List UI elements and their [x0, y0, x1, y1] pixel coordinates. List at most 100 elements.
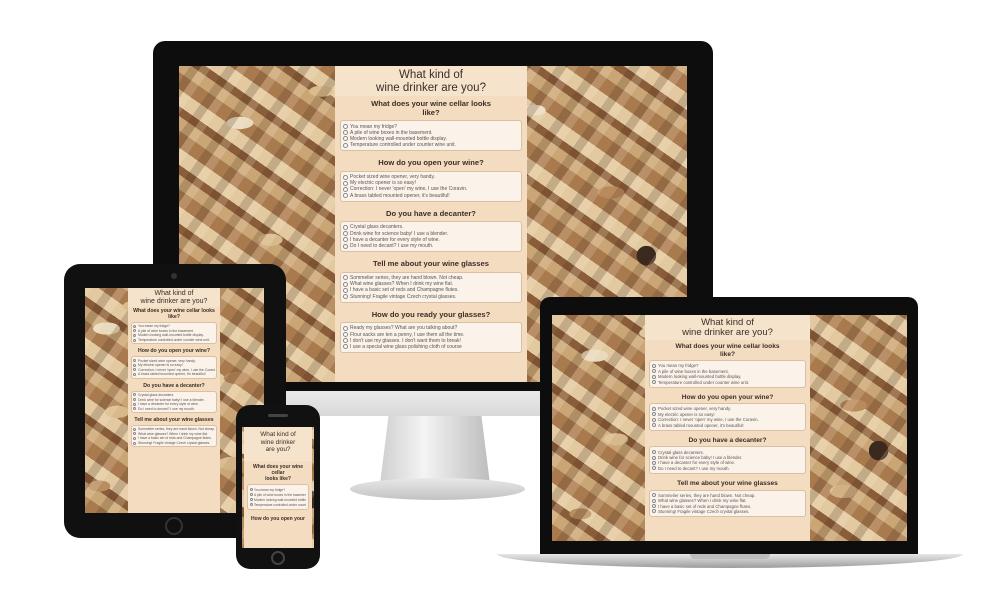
radio-icon[interactable] — [133, 329, 136, 333]
option-label: Temperature controlled under counter win… — [350, 142, 456, 149]
option-radio[interactable]: What wine glasses? When I drink my wine … — [133, 432, 215, 437]
radio-icon[interactable] — [652, 450, 656, 455]
radio-icon[interactable] — [133, 436, 136, 440]
question-title: Tell me about your wine glasses — [373, 259, 489, 269]
option-radio[interactable]: Stunning! Fragile vintage Czech crystal … — [652, 509, 803, 514]
radio-icon[interactable] — [652, 504, 656, 509]
radio-icon[interactable] — [652, 380, 656, 385]
option-label: I have a decanter for every style of win… — [138, 402, 199, 407]
option-label: A pile of wine boxes in the basement. — [658, 368, 729, 374]
home-button[interactable] — [271, 551, 285, 565]
option-radio[interactable]: Temperature controlled under counter win… — [250, 502, 306, 507]
option-radio[interactable]: Stunning! Fragile vintage Czech crystal … — [343, 293, 519, 300]
radio-icon[interactable] — [652, 498, 656, 503]
quiz-panel: What kind of wine drinker are you? What … — [645, 315, 810, 541]
option-radio[interactable]: A brass tabled mounted opener, it's beau… — [343, 192, 519, 199]
option-radio[interactable]: Sommelier series, they are hand blown. N… — [133, 427, 215, 432]
option-label: Do I need to decant? I use my mouth. — [350, 243, 434, 250]
option-radio[interactable]: Temperature controlled under counter win… — [652, 379, 803, 385]
radio-icon[interactable] — [343, 325, 348, 331]
option-radio[interactable]: A pile of wine boxes in the basement. — [250, 492, 306, 497]
option-radio[interactable]: Drink wine for science baby! I use a ble… — [133, 397, 215, 402]
radio-icon[interactable] — [133, 407, 136, 411]
radio-icon[interactable] — [343, 281, 348, 287]
radio-icon[interactable] — [133, 393, 136, 397]
radio-icon[interactable] — [133, 402, 136, 406]
option-radio[interactable]: Stunning! Fragile vintage Czech crystal … — [133, 441, 215, 446]
radio-icon[interactable] — [652, 369, 656, 374]
option-radio[interactable]: Do I need to decant? I use my mouth. — [652, 466, 803, 471]
option-label: Stunning! Fragile vintage Czech crystal … — [350, 293, 457, 300]
radio-icon[interactable] — [133, 432, 136, 436]
radio-icon[interactable] — [343, 231, 348, 237]
radio-icon[interactable] — [652, 493, 656, 498]
radio-icon[interactable] — [652, 460, 656, 465]
radio-icon[interactable] — [343, 124, 348, 130]
radio-icon[interactable] — [343, 332, 348, 338]
option-radio[interactable]: Do I need to decant? I use my mouth. — [133, 406, 215, 411]
option-radio[interactable]: A brass tabled mounted opener, it's beau… — [133, 372, 215, 377]
radio-icon[interactable] — [133, 398, 136, 402]
radio-icon[interactable] — [343, 174, 348, 180]
radio-icon[interactable] — [343, 294, 348, 299]
option-radio[interactable]: A brass tabled mounted opener, it's beau… — [652, 422, 803, 428]
radio-icon[interactable] — [343, 180, 348, 186]
radio-icon[interactable] — [343, 344, 348, 350]
radio-icon[interactable] — [652, 363, 656, 368]
option-label: Crystal glass decanters. — [138, 392, 175, 397]
option-label: What wine glasses? When I drink my wine … — [138, 431, 208, 436]
option-label: Modern looking wall-mounted bottle displ… — [350, 135, 447, 142]
radio-icon[interactable] — [343, 243, 348, 249]
option-radio[interactable]: Modern looking wall-mounted bottle displ… — [133, 333, 215, 338]
radio-icon[interactable] — [343, 130, 348, 136]
radio-icon[interactable] — [133, 324, 136, 328]
radio-icon[interactable] — [343, 136, 348, 142]
option-radio[interactable]: I use a special wine glass polishing clo… — [343, 344, 519, 350]
question-block: What does your wine cellar looks like? Y… — [244, 461, 312, 522]
option-radio[interactable]: Correction: I never 'open' my wine, I us… — [133, 367, 215, 372]
option-label: You mean my fridge? — [658, 363, 699, 369]
option-label: You mean my fridge? — [350, 123, 398, 130]
option-radio[interactable]: Do I need to decant? I use my mouth. — [343, 243, 519, 249]
radio-icon[interactable] — [133, 359, 136, 363]
laptop-screen: What kind of wine drinker are you? What … — [552, 315, 907, 541]
radio-icon[interactable] — [652, 412, 656, 417]
option-radio[interactable]: I have a basic set of reds and Champagne… — [133, 436, 215, 441]
radio-icon[interactable] — [343, 186, 348, 192]
radio-icon[interactable] — [652, 374, 656, 379]
question-title: How do you open your wine? — [378, 158, 484, 168]
radio-icon[interactable] — [133, 368, 136, 372]
radio-icon[interactable] — [652, 455, 656, 460]
option-label: My electric opener is so easy! — [138, 363, 183, 368]
options-box: Sommelier series, they are hand blown. N… — [340, 271, 522, 303]
radio-icon[interactable] — [343, 275, 348, 281]
radio-icon[interactable] — [133, 441, 136, 445]
radio-icon[interactable] — [652, 423, 656, 428]
option-radio[interactable]: Modern looking wall-mounted bottle displ… — [250, 497, 306, 502]
option-label: Pocket sized wine opener, very handy. — [138, 358, 196, 363]
radio-icon[interactable] — [652, 509, 656, 514]
radio-icon[interactable] — [652, 417, 656, 422]
option-radio[interactable]: Temperature controlled under counter win… — [343, 142, 519, 148]
radio-icon[interactable] — [343, 237, 348, 243]
options-box: Pocket sized wine opener, very handy. My … — [131, 356, 217, 379]
radio-icon[interactable] — [343, 224, 348, 230]
radio-icon[interactable] — [343, 287, 348, 293]
speaker-icon — [268, 414, 288, 417]
radio-icon[interactable] — [343, 193, 348, 199]
radio-icon[interactable] — [133, 333, 136, 337]
radio-icon[interactable] — [652, 406, 656, 411]
option-label: I don't use my glasses. I don't want the… — [350, 337, 461, 344]
radio-icon[interactable] — [343, 338, 348, 344]
option-radio[interactable]: Temperature controlled under counter win… — [133, 338, 215, 343]
radio-icon[interactable] — [133, 338, 136, 342]
radio-icon[interactable] — [133, 372, 136, 376]
radio-icon[interactable] — [133, 427, 136, 431]
question-block: Do you have a decanter? Crystal glass dec… — [131, 383, 217, 413]
home-button[interactable] — [165, 517, 183, 535]
options-box: Sommelier series, they are hand blown. N… — [649, 489, 806, 518]
radio-icon[interactable] — [652, 466, 656, 471]
option-label: A brass tabled mounted opener, it's beau… — [658, 422, 744, 428]
radio-icon[interactable] — [133, 363, 136, 367]
radio-icon[interactable] — [343, 142, 348, 148]
